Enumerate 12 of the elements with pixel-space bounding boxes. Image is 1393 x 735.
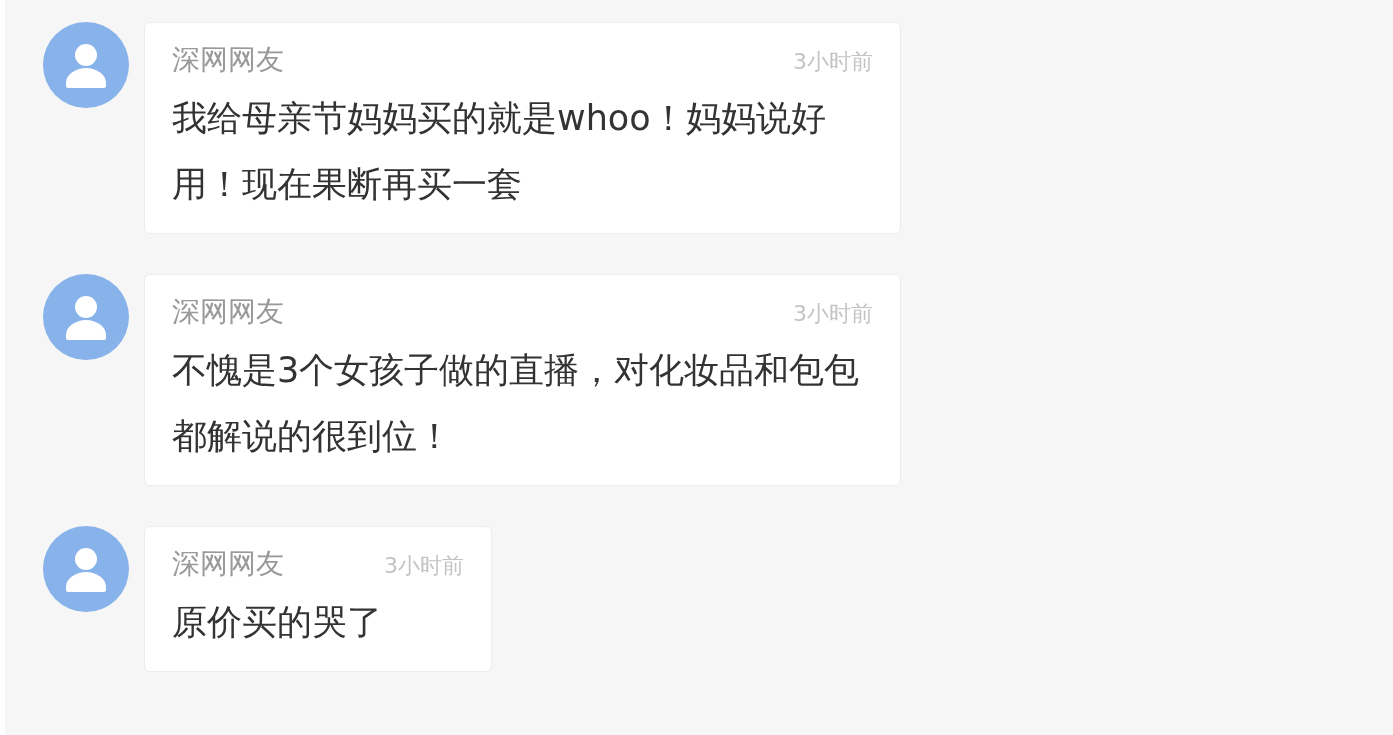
comment-time: 3小时前	[793, 300, 873, 328]
author-name: 深网网友	[172, 42, 284, 78]
comment-text: 原价买的哭了	[172, 601, 383, 644]
comment-time: 3小时前	[793, 48, 873, 76]
comment-text: 我给母亲节妈妈买的就是whoo！妈妈说好用！现在果断再买一套	[172, 97, 827, 206]
avatar-icon	[43, 274, 129, 360]
avatar-icon	[43, 22, 129, 108]
avatar-icon	[43, 526, 129, 612]
comment-time: 3小时前	[384, 552, 464, 580]
author-name: 深网网友	[172, 546, 284, 582]
comment-text: 不愧是3个女孩子做的直播，对化妆品和包包都解说的很到位！	[172, 349, 861, 458]
author-name: 深网网友	[172, 294, 284, 330]
